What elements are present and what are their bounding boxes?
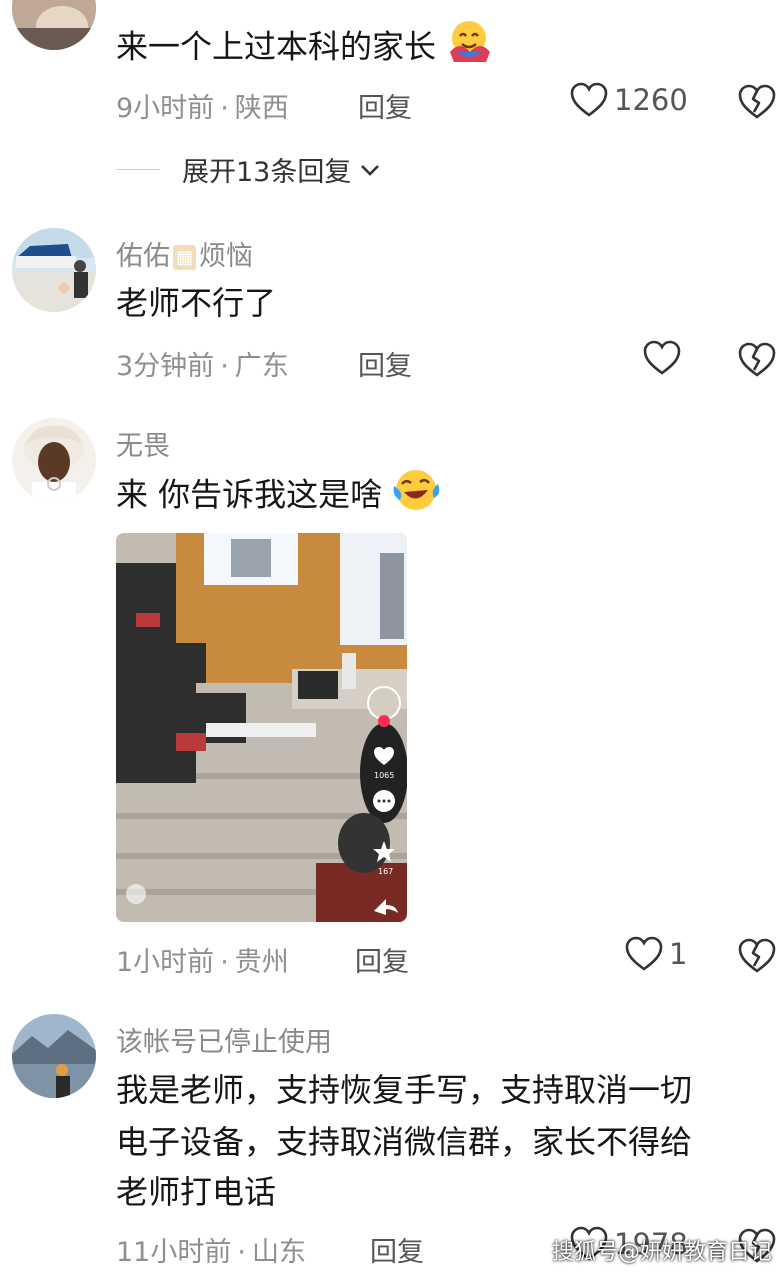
chevron-down-icon: [361, 164, 380, 176]
reply-button[interactable]: 回复: [355, 940, 409, 979]
heart-icon: [570, 82, 608, 117]
comment-text: 老师不行了: [116, 284, 277, 322]
avatar[interactable]: [12, 0, 96, 50]
video-thumbnail[interactable]: 1065 167: [116, 533, 407, 922]
lecture-hall-image: [116, 533, 407, 922]
laughing-crying-emoji-icon: [392, 466, 440, 527]
avatar-image: [12, 1014, 96, 1098]
comment-time: 1小时前: [116, 947, 215, 978]
badge-icon: ▦: [173, 245, 197, 270]
comment-location: 广东: [234, 351, 289, 382]
comment-text-line: 电子设备，支持取消微信群，家长不得给: [116, 1123, 693, 1161]
comment-meta: 11小时前 · 山东: [116, 1237, 306, 1268]
comment-location: 山东: [251, 1237, 306, 1268]
avatar[interactable]: [12, 418, 96, 502]
like-button[interactable]: 1: [625, 936, 687, 972]
broken-heart-icon: [738, 342, 776, 377]
like-count: 1: [669, 937, 688, 971]
comment-meta: 3分钟前 · 广东: [116, 351, 289, 382]
reply-button[interactable]: 回复: [358, 344, 412, 383]
comment-text: 来一个上过本科的家长: [116, 18, 492, 79]
comment-location: 贵州: [234, 947, 289, 978]
avatar-image: [12, 228, 96, 312]
comment-text-line: 老师打电话: [116, 1173, 277, 1211]
broken-heart-icon: [738, 938, 776, 973]
avatar[interactable]: [12, 1014, 96, 1098]
video-like-count: 1065: [374, 771, 395, 780]
dislike-button[interactable]: [738, 938, 776, 978]
like-count: 1260: [614, 83, 688, 117]
dislike-button[interactable]: [738, 342, 776, 382]
heart-icon: [643, 340, 681, 375]
username[interactable]: 无畏: [116, 424, 170, 463]
reply-button[interactable]: 回复: [370, 1230, 424, 1269]
video-favorite-count: 167: [378, 867, 394, 876]
comment-time: 9小时前: [116, 93, 215, 124]
watermark: 搜狐号@妍妍教育日记: [551, 1240, 772, 1265]
username[interactable]: 该帐号已停止使用: [116, 1020, 332, 1059]
comment-meta: 9小时前 · 陕西: [116, 93, 289, 124]
comment-time: 3分钟前: [116, 351, 215, 382]
username[interactable]: 佑佑 ▦ 烦恼: [116, 234, 253, 273]
like-button[interactable]: [643, 340, 681, 376]
expand-replies-button[interactable]: 展开13条回复: [116, 150, 383, 189]
divider: [116, 169, 160, 170]
comment-text: 来 你告诉我这是啥: [116, 466, 440, 527]
broken-heart-icon: [738, 84, 776, 119]
heart-icon: [625, 936, 663, 971]
like-button[interactable]: 1260: [570, 82, 688, 118]
hugging-emoji-icon: [446, 18, 492, 79]
avatar-image: [12, 418, 96, 502]
comment-time: 11小时前: [116, 1237, 232, 1268]
comment-meta: 1小时前 · 贵州: [116, 947, 289, 978]
avatar-image: [12, 0, 96, 50]
avatar[interactable]: [12, 228, 96, 312]
comment-text-line: 我是老师，支持恢复手写，支持取消一切: [116, 1071, 693, 1109]
reply-button[interactable]: 回复: [358, 86, 412, 125]
comment-location: 陕西: [234, 93, 289, 124]
dislike-button[interactable]: [738, 84, 776, 124]
